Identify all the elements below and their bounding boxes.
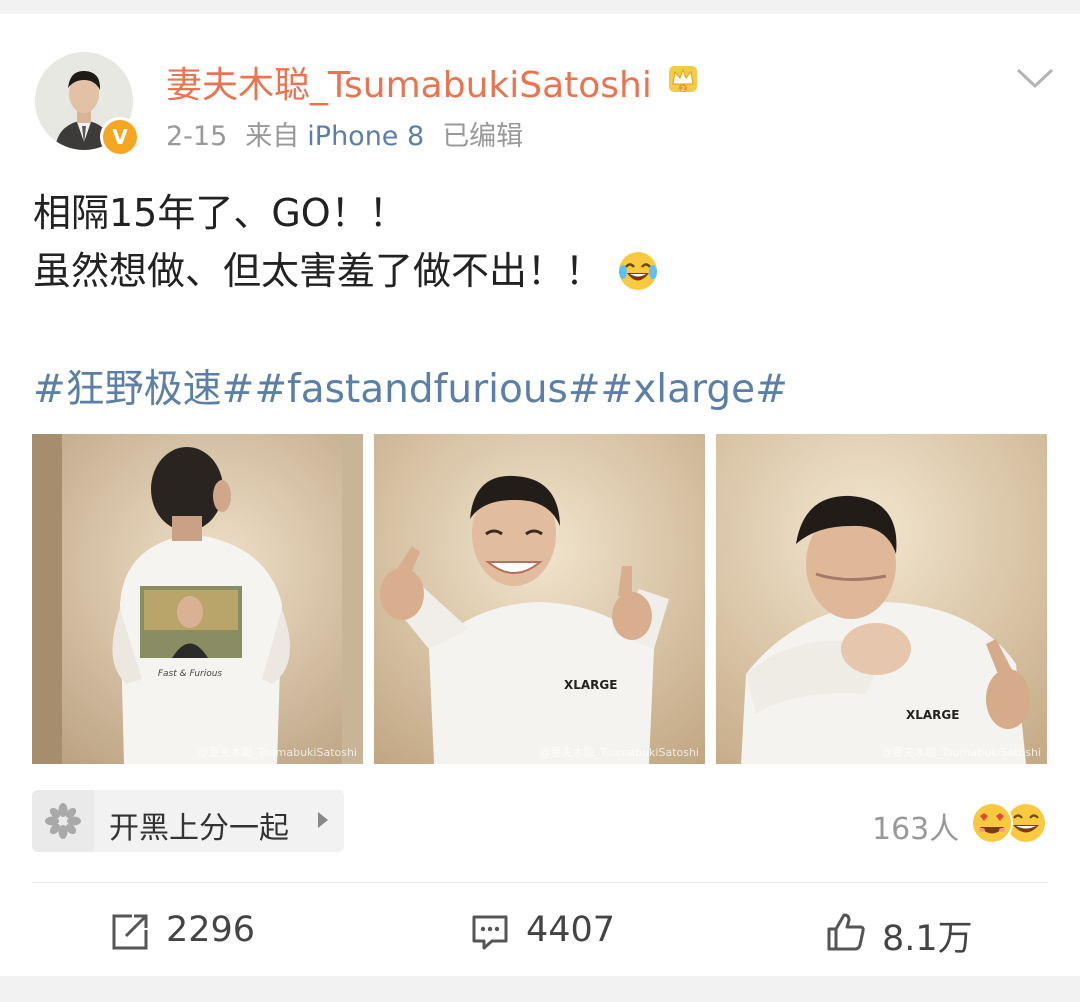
reaction-emojis[interactable]	[970, 800, 1050, 846]
photo-watermark: @妻夫木聪_TsumabukiSatoshi	[881, 746, 1041, 759]
post-text-line-1: 相隔15年了、GO！！	[33, 191, 407, 235]
edited-label[interactable]: 已编辑	[442, 121, 523, 152]
flower-icon	[45, 803, 81, 839]
comment-count: 4407	[526, 910, 616, 950]
post-photo-2[interactable]: XLARGE @妻夫木聪_TsumabukiSatoshi	[374, 434, 705, 764]
post-photo-3[interactable]: XLARGE @妻夫木聪_TsumabukiSatoshi	[716, 434, 1047, 764]
chevron-down-icon[interactable]	[1015, 62, 1055, 92]
post-text: 相隔15年了、GO！！ 虽然想做、但太害羞了做不出！！	[33, 184, 659, 300]
shirt-print: XLARGE	[906, 708, 959, 722]
verified-v-icon: V	[100, 117, 140, 157]
laughing-tears-emoji-icon	[619, 252, 658, 290]
topic-chip[interactable]: 开黑上分一起	[32, 790, 344, 852]
heart-eyes-emoji-icon	[971, 802, 1013, 844]
photo-watermark: @妻夫木聪_TsumabukiSatoshi	[539, 746, 699, 759]
repost-icon	[112, 914, 148, 950]
hashtag-link[interactable]: #xlarge#	[601, 367, 788, 412]
post-text-line-2: 虽然想做、但太害羞了做不出！！	[33, 249, 604, 293]
repost-count: 2296	[166, 910, 256, 950]
hashtag-link[interactable]: #狂野极速#	[33, 367, 254, 412]
crown-icon[interactable]: 2	[665, 60, 701, 96]
shirt-print: Fast & Furious	[158, 669, 223, 679]
like-count: 8.1万	[882, 919, 973, 959]
hashtags: #狂野极速##fastandfurious##xlarge#	[33, 358, 788, 414]
topic-chip-label: 开黑上分一起	[109, 811, 289, 846]
username[interactable]: 妻夫木聪_TsumabukiSatoshi	[166, 56, 652, 108]
chevron-right-icon	[318, 812, 328, 828]
post-source[interactable]: iPhone 8	[307, 121, 424, 152]
hashtag-link[interactable]: #fastandfurious#	[254, 367, 600, 412]
thumbs-up-icon	[827, 913, 865, 951]
post-photo-1[interactable]: Fast & Furious @妻夫木聪_TsumabukiSatoshi	[32, 434, 363, 764]
photo-watermark: @妻夫木聪_TsumabukiSatoshi	[197, 746, 357, 759]
source-prefix: 来自	[245, 121, 300, 152]
post-meta: 2-15 来自 iPhone 8 已编辑	[166, 114, 541, 153]
divider	[32, 882, 1048, 883]
reaction-count[interactable]: 163人	[872, 804, 959, 848]
post-date: 2-15	[166, 121, 228, 152]
comment-icon	[472, 915, 508, 950]
shirt-print: XLARGE	[564, 678, 617, 692]
svg-text:2: 2	[681, 85, 685, 93]
